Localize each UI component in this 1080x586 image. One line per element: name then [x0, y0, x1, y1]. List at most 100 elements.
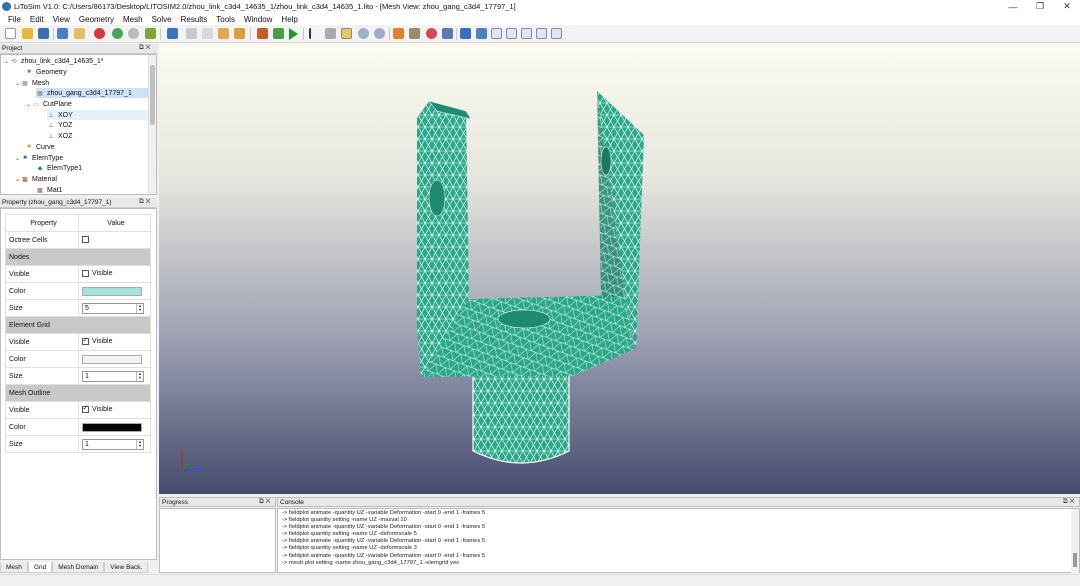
mesh-viewport[interactable] — [159, 43, 1080, 494]
view-iso-icon[interactable] — [442, 28, 453, 39]
view-right-icon[interactable] — [506, 28, 517, 39]
console-scrollbar[interactable] — [1071, 509, 1079, 573]
view-bottom-icon[interactable] — [536, 28, 547, 39]
tree-item-xoz[interactable]: ⊥ XOZ — [47, 131, 72, 141]
restore-button[interactable]: ❐ — [1027, 0, 1053, 13]
spin-arrows-icon[interactable]: ▲ ▼ — [136, 303, 143, 313]
script-icon[interactable] — [145, 28, 156, 39]
nodes-visible-checkbox[interactable] — [82, 270, 89, 278]
view-top-icon[interactable] — [521, 28, 532, 39]
view-back-icon[interactable] — [476, 28, 487, 39]
menu-window[interactable]: Window — [244, 15, 272, 24]
mesh-view-icon[interactable] — [167, 28, 178, 39]
wireframe-icon[interactable] — [409, 28, 420, 39]
menu-geometry[interactable]: Geometry — [79, 15, 114, 24]
model-icon[interactable] — [273, 28, 284, 39]
menu-view[interactable]: View — [53, 15, 70, 24]
outline-size-spinbox[interactable]: 1 ▲ ▼ — [82, 438, 144, 450]
menu-help[interactable]: Help — [281, 15, 297, 24]
close-button[interactable]: ✕ — [1054, 0, 1080, 13]
grid-color-picker[interactable] — [82, 354, 142, 364]
solve-setup-icon[interactable] — [257, 28, 268, 39]
tree-item-project-root[interactable]: ⌄ ⟲ zhou_link_c3d4_14635_1* — [3, 56, 104, 66]
project-panel-controls[interactable]: ⧉ ✕ — [139, 44, 150, 52]
view-left-icon[interactable] — [491, 28, 502, 39]
menu-tools[interactable]: Tools — [216, 15, 235, 24]
tab-mesh-domain[interactable]: Mesh Domain — [52, 562, 105, 573]
grid-icon[interactable] — [186, 28, 197, 39]
progress-panel-header: Progress ⧉ ✕ — [159, 497, 276, 507]
menu-solve[interactable]: Solve — [152, 15, 172, 24]
view-front-icon[interactable] — [460, 28, 471, 39]
property-panel-controls[interactable]: ⧉ ✕ — [139, 198, 150, 206]
color-map-icon[interactable] — [426, 28, 437, 39]
render-mode-icon[interactable] — [393, 28, 404, 39]
outline-color-picker[interactable] — [82, 422, 142, 432]
open-folder-icon[interactable] — [22, 28, 33, 39]
tab-grid[interactable]: Grid — [27, 562, 53, 573]
zoom-icon[interactable] — [358, 28, 369, 39]
save-icon[interactable] — [38, 28, 49, 39]
tree-item-cutplane[interactable]: ⌄ ▭ CutPlane — [25, 99, 72, 109]
undo-icon[interactable] — [112, 28, 123, 39]
nodes-group-header[interactable]: Nodes — [5, 248, 151, 266]
tree-item-curve[interactable]: ■ Curve — [25, 142, 55, 152]
tree-item-mat1[interactable]: ▩ Mat1 — [36, 185, 62, 194]
tree-item-mesh-zhou-gang[interactable]: ▦ zhou_gang_c3d4_17797_1 — [36, 88, 148, 98]
menu-edit[interactable]: Edit — [30, 15, 44, 24]
console-line: -> fieldplot animate -quantity UZ -varia… — [282, 538, 486, 545]
menu-results[interactable]: Results — [181, 15, 208, 24]
chevron-down-icon[interactable]: ⌄ — [14, 155, 21, 162]
tree-item-elemtype1[interactable]: ◆ ElemType1 — [36, 163, 82, 173]
chevron-down-icon[interactable]: ⌄ — [14, 80, 21, 87]
nodes-color-picker[interactable] — [82, 286, 142, 296]
new-file-icon[interactable] — [5, 28, 16, 39]
spin-arrows-icon[interactable]: ▲ ▼ — [136, 439, 143, 449]
zoom-box-icon[interactable] — [374, 28, 385, 39]
progress-panel-controls[interactable]: ⧉ ✕ — [259, 498, 270, 506]
export-icon[interactable] — [74, 28, 85, 39]
view-reset-icon[interactable] — [551, 28, 562, 39]
stop-icon[interactable] — [94, 28, 105, 39]
tab-mesh[interactable]: Mesh — [0, 562, 28, 573]
import-icon[interactable] — [57, 28, 68, 39]
tree-item-yoz[interactable]: ⊥ YOZ — [47, 120, 72, 130]
outline-visible-checkbox[interactable] — [82, 404, 89, 414]
part-icon[interactable] — [234, 28, 245, 39]
pan-icon[interactable] — [325, 28, 336, 39]
console-line: -> fieldplot animate -quantity UZ -varia… — [282, 524, 486, 531]
scrollbar-thumb[interactable] — [1073, 553, 1077, 567]
mesh-outline-group-header[interactable]: Mesh Outline — [5, 384, 151, 402]
nodes-size-spinbox[interactable]: 5 ▲ ▼ — [82, 302, 144, 314]
tree-item-xoy[interactable]: ⊥ XOY — [47, 110, 148, 120]
run-icon[interactable] — [289, 28, 298, 40]
outline-visible-text: Visible — [92, 406, 113, 414]
tree-item-mesh[interactable]: ⌄ ▦ Mesh — [14, 78, 49, 88]
project-scrollbar[interactable] — [148, 55, 156, 194]
fit-view-icon[interactable] — [341, 28, 352, 39]
select-pointer-icon[interactable] — [309, 28, 320, 39]
octree-cells-checkbox[interactable] — [82, 236, 89, 244]
tab-view-back[interactable]: View Back. — [104, 562, 149, 573]
tree-item-elemtype[interactable]: ⌄ ■ ElemType — [14, 153, 63, 163]
chevron-down-icon[interactable]: ⌄ — [3, 58, 10, 65]
chevron-down-icon[interactable]: ⌄ — [25, 101, 32, 108]
grid-size-spinbox[interactable]: 1 ▲ ▼ — [82, 370, 144, 382]
element-grid-group-header[interactable]: Element Grid — [5, 316, 151, 334]
grid-visible-checkbox[interactable] — [82, 336, 89, 346]
console-panel-controls[interactable]: ⧉ ✕ — [1063, 498, 1074, 506]
tree-item-geometry[interactable]: ■ Geometry — [25, 67, 67, 77]
redo-icon[interactable] — [128, 28, 139, 39]
console-output: -> fieldplot animate -quantity UZ -varia… — [282, 510, 1067, 574]
menu-mesh[interactable]: Mesh — [123, 15, 143, 24]
scrollbar-thumb[interactable] — [150, 65, 155, 125]
plane-axis-icon: ⊥ — [48, 122, 54, 129]
tree-item-material[interactable]: ⌄ ▩ Material — [14, 174, 57, 184]
geometry-icon[interactable] — [218, 28, 229, 39]
menu-file[interactable]: File — [8, 15, 21, 24]
spin-arrows-icon[interactable]: ▲ ▼ — [136, 371, 143, 381]
cube-outline-icon[interactable] — [202, 28, 213, 39]
minimize-button[interactable]: — — [1000, 0, 1026, 13]
mesh-node-icon: ▦ — [22, 80, 28, 87]
chevron-down-icon[interactable]: ⌄ — [14, 176, 21, 183]
